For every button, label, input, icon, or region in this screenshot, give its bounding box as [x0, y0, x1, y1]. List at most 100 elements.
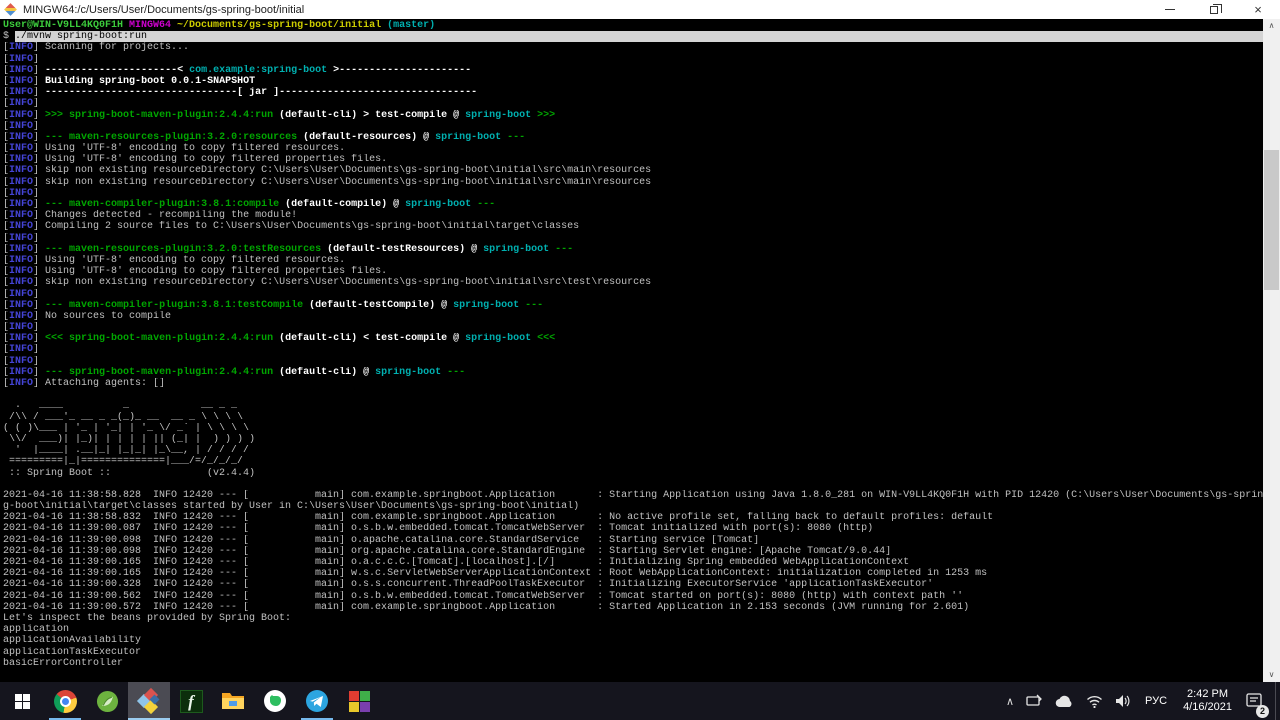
terminal-line: [INFO]	[3, 344, 40, 356]
notification-badge: 2	[1256, 705, 1269, 718]
action-center-button[interactable]: 2	[1240, 682, 1275, 720]
terminal-line: [INFO] Using 'UTF-8' encoding to copy fi…	[3, 143, 346, 155]
terminal-line: =========|_|==============|___/=/_/_/_/	[3, 456, 244, 468]
terminal-output[interactable]: User@WIN-V9LL4KQ0F1H MINGW64 ~/Documents…	[0, 19, 1263, 682]
spring-tool-icon	[96, 690, 118, 712]
terminal-line: [INFO]	[3, 288, 40, 300]
terminal-line: [INFO] <<< spring-boot-maven-plugin:2.4.…	[3, 333, 556, 345]
terminal-line: [INFO] --- maven-compiler-plugin:3.8.1:t…	[3, 299, 544, 311]
window-titlebar: MINGW64:/c/Users/User/Documents/gs-sprin…	[0, 0, 1280, 19]
tray-device-button[interactable]	[1020, 682, 1049, 720]
terminal-line: /\\ / ___'_ __ _ _(_)_ __ __ _ \ \ \ \	[3, 411, 244, 423]
system-tray: ∧ РУС 2:42 PM 4/16/2021 2	[1000, 682, 1280, 720]
terminal-line: [INFO] --- maven-compiler-plugin:3.8.1:c…	[3, 199, 496, 210]
onedrive-button[interactable]	[1049, 682, 1080, 720]
taskbar-app-file-explorer[interactable]	[212, 682, 254, 720]
terminal-line: [INFO] --- spring-boot-maven-plugin:2.4.…	[3, 366, 466, 378]
fiddler-icon: f	[179, 689, 203, 713]
clock-date: 4/16/2021	[1183, 701, 1232, 713]
terminal-line: [INFO] --------------------------------[…	[3, 87, 478, 99]
terminal-line: [INFO] Using 'UTF-8' encoding to copy fi…	[3, 254, 346, 266]
terminal-line: ' |____| .__|_| |_|_| |_\__, | / / / /	[3, 445, 250, 457]
taskbar-app-spring-tool[interactable]	[86, 682, 128, 720]
language-indicator[interactable]: РУС	[1137, 682, 1175, 720]
terminal-line: application	[3, 624, 70, 636]
taskbar-app-colored-tiles[interactable]	[338, 682, 380, 720]
terminal-line: 2021-04-16 11:39:00.562 INFO 12420 --- […	[3, 590, 964, 602]
tray-device-icon	[1026, 694, 1042, 706]
terminal-line: :: Spring Boot :: (v2.4.4)	[3, 467, 256, 479]
wifi-button[interactable]	[1080, 682, 1109, 720]
terminal-line: \\/ ___)| |_)| | | | | || (_| | ) ) ) )	[3, 433, 256, 445]
terminal-line: basicErrorController	[3, 657, 124, 669]
hidden-icons-button[interactable]: ∧	[1000, 682, 1020, 720]
terminal-line: ( ( )\___ | '_ | '_| | '_ \/ _` | \ \ \ …	[3, 422, 250, 434]
taskbar-clock[interactable]: 2:42 PM 4/16/2021	[1175, 682, 1240, 720]
terminal-line: [INFO]	[3, 232, 40, 244]
taskbar-app-evernote[interactable]	[254, 682, 296, 720]
terminal-line: [INFO] ----------------------< com.examp…	[3, 64, 472, 76]
terminal-line: [INFO] Changes detected - recompiling th…	[3, 210, 298, 222]
terminal-line: 2021-04-16 11:38:58.828 INFO 12420 --- […	[3, 489, 1263, 501]
window-controls: ×	[1148, 0, 1280, 19]
restore-button[interactable]	[1192, 0, 1236, 19]
terminal-line: 2021-04-16 11:38:58.832 INFO 12420 --- […	[3, 512, 994, 524]
terminal-line: [INFO] --- maven-resources-plugin:3.2.0:…	[3, 243, 574, 255]
volume-icon	[1116, 695, 1130, 707]
terminal-line: [INFO] --- maven-resources-plugin:3.2.0:…	[3, 131, 526, 143]
terminal-line: [INFO]	[3, 98, 40, 110]
terminal-line: [INFO] Attaching agents: []	[3, 378, 166, 389]
terminal-line: g-boot\initial\target\classes started by…	[3, 501, 580, 513]
terminal-line: [INFO] Building spring-boot 0.0.1-SNAPSH…	[3, 75, 256, 87]
terminal-line: 2021-04-16 11:39:00.328 INFO 12420 --- […	[3, 579, 934, 591]
taskbar-app-fiddler[interactable]: f	[170, 682, 212, 720]
taskbar-app-telegram[interactable]	[296, 682, 338, 720]
terminal-line: 2021-04-16 11:39:00.087 INFO 12420 --- […	[3, 523, 874, 535]
terminal-line: [INFO]	[3, 120, 40, 132]
terminal-line: 2021-04-16 11:39:00.165 INFO 12420 --- […	[3, 557, 910, 568]
scrollbar-down-arrow[interactable]: ∨	[1263, 668, 1280, 682]
terminal-line: [INFO]	[3, 322, 40, 334]
show-desktop-button[interactable]	[1275, 682, 1280, 720]
terminal-line: [INFO]	[3, 187, 40, 199]
terminal-line: applicationTaskExecutor	[3, 646, 142, 658]
scrollbar-thumb[interactable]	[1264, 150, 1279, 290]
terminal-line: applicationAvailability	[3, 635, 142, 647]
terminal-line: [INFO] skip non existing resourceDirecto…	[3, 277, 652, 289]
terminal-line: . ____ _ __ _ _	[3, 400, 238, 412]
terminal-line: [INFO] >>> spring-boot-maven-plugin:2.4.…	[3, 109, 556, 121]
terminal-line: 2021-04-16 11:39:00.572 INFO 12420 --- […	[3, 601, 970, 613]
chrome-icon	[53, 689, 77, 713]
terminal-line: [INFO] Scanning for projects...	[3, 42, 190, 54]
terminal-line: User@WIN-V9LL4KQ0F1H MINGW64 ~/Documents…	[3, 20, 436, 31]
terminal-line: [INFO] Compiling 2 source files to C:\Us…	[3, 221, 580, 233]
terminal-line: $ ./mvnw spring-boot:run	[3, 31, 1263, 43]
terminal-line: [INFO] Using 'UTF-8' encoding to copy fi…	[3, 266, 388, 278]
git-bash-window-icon	[4, 2, 17, 16]
terminal-line: [INFO] skip non existing resourceDirecto…	[3, 176, 652, 188]
clock-time: 2:42 PM	[1187, 688, 1229, 700]
volume-button[interactable]	[1109, 682, 1137, 720]
minimize-button[interactable]	[1148, 0, 1192, 19]
onedrive-cloud-icon	[1055, 695, 1072, 707]
terminal-line: [INFO]	[3, 355, 40, 367]
terminal-line: Let's inspect the beans provided by Spri…	[3, 612, 292, 624]
evernote-icon	[264, 690, 286, 712]
start-button[interactable]	[0, 682, 44, 720]
terminal-line: [INFO] Using 'UTF-8' encoding to copy fi…	[3, 154, 388, 166]
close-button[interactable]: ×	[1236, 0, 1280, 19]
terminal-line: 2021-04-16 11:39:00.165 INFO 12420 --- […	[3, 568, 988, 580]
git-bash-icon	[136, 687, 161, 715]
hidden-icons-chevron: ∧	[1005, 694, 1015, 708]
colored-tiles-app-icon	[348, 690, 370, 712]
terminal-line: [INFO]	[3, 53, 40, 65]
taskbar-app-git-bash[interactable]	[128, 682, 170, 720]
terminal-scrollbar[interactable]: ∧ ∨	[1263, 19, 1280, 682]
scrollbar-up-arrow[interactable]: ∧	[1263, 19, 1280, 33]
taskbar-app-chrome[interactable]	[44, 682, 86, 720]
window-title: MINGW64:/c/Users/User/Documents/gs-sprin…	[23, 3, 305, 16]
taskbar: f ∧ РУС 2:42 PM 4/16/2021 2	[0, 682, 1280, 720]
telegram-icon	[306, 690, 328, 712]
terminal-line: [INFO] No sources to compile	[3, 310, 172, 322]
